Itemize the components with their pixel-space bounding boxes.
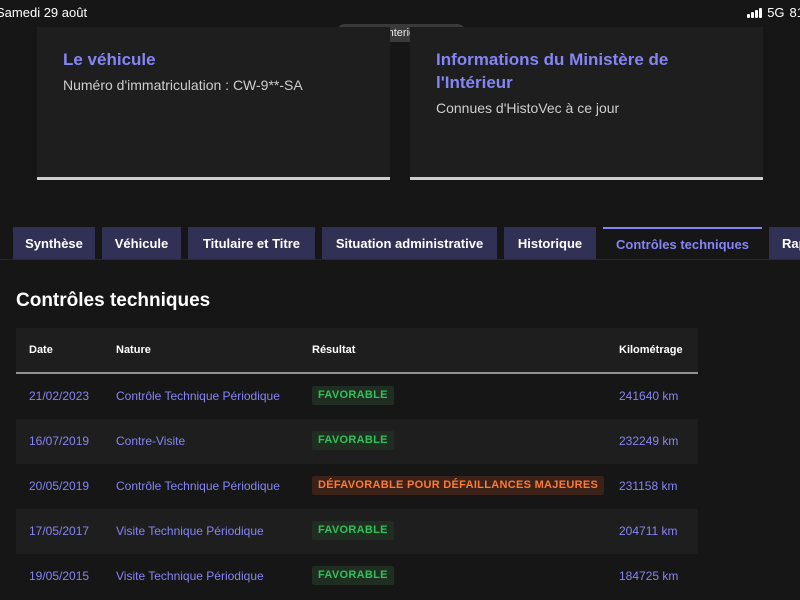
row-nature: Contrôle Technique Périodique xyxy=(116,389,280,403)
row-date: 19/05/2015 xyxy=(29,569,90,583)
column-nature: Nature xyxy=(116,344,151,356)
tab-historique[interactable]: Historique xyxy=(504,227,596,260)
result-badge: FAVORABLE xyxy=(312,386,394,405)
vehicle-card-title: Le véhicule xyxy=(63,50,156,69)
column-date: Date xyxy=(29,344,53,356)
table-row: 20/05/2019 Contrôle Technique Périodique… xyxy=(16,464,698,509)
row-date: 21/02/2023 xyxy=(29,389,90,403)
tab-situation-administrative[interactable]: Situation administrative xyxy=(322,227,497,260)
row-km: 231158 km xyxy=(619,479,678,493)
registration-number: Numéro d'immatriculation : CW-9**-SA xyxy=(63,77,303,93)
row-km: 232249 km xyxy=(619,434,679,448)
result-badge: FAVORABLE xyxy=(312,431,394,450)
result-badge: FAVORABLE xyxy=(312,521,394,540)
network-label: 5G xyxy=(767,5,785,20)
table-row: 21/02/2023 Contrôle Technique Périodique… xyxy=(16,374,698,419)
tab-bar: Synthèse Véhicule Titulaire et Titre Sit… xyxy=(0,227,800,260)
inspections-table: Date Nature Résultat Kilométrage 21/02/2… xyxy=(16,328,698,599)
row-km: 241640 km xyxy=(619,389,679,403)
ministry-card-title: Informations du Ministère de l'Intérieur xyxy=(436,50,669,92)
controles-panel: Contrôles techniques Date Nature Résulta… xyxy=(0,259,800,600)
table-row: 17/05/2017 Visite Technique Périodique F… xyxy=(16,509,698,554)
row-nature: Visite Technique Périodique xyxy=(116,569,264,583)
ministry-card-text: Connues d'HistoVec à ce jour xyxy=(436,100,620,116)
column-result: Résultat xyxy=(312,344,356,356)
row-km: 184725 km xyxy=(619,569,679,583)
tab-controles-techniques[interactable]: Contrôles techniques xyxy=(603,227,762,260)
table-row: 16/07/2019 Contre-Visite FAVORABLE 23224… xyxy=(16,419,698,464)
tab-titulaire[interactable]: Titulaire et Titre xyxy=(188,227,315,260)
row-nature: Visite Technique Périodique xyxy=(116,524,264,538)
status-bar: Samedi 29 août 5G 81 xyxy=(0,0,800,26)
row-date: 17/05/2017 xyxy=(29,524,90,538)
section-title: Contrôles techniques xyxy=(16,290,211,311)
ministry-card: Informations du Ministère de l'Intérieur… xyxy=(410,27,763,180)
status-indicators: 5G 81 xyxy=(747,5,800,20)
status-time: Samedi 29 août xyxy=(0,5,88,20)
column-km: Kilométrage xyxy=(619,344,683,356)
result-badge: DÉFAVORABLE POUR DÉFAILLANCES MAJEURES xyxy=(312,476,605,495)
row-km: 204711 km xyxy=(619,524,678,538)
row-date: 20/05/2019 xyxy=(29,479,90,493)
table-header: Date Nature Résultat Kilométrage xyxy=(16,328,698,374)
row-nature: Contrôle Technique Périodique xyxy=(116,479,280,493)
result-badge: FAVORABLE xyxy=(312,566,394,585)
table-row: 19/05/2015 Visite Technique Périodique F… xyxy=(16,554,698,599)
tab-vehicule[interactable]: Véhicule xyxy=(102,227,181,260)
row-nature: Contre-Visite xyxy=(116,434,186,448)
battery-label: 81 xyxy=(789,5,800,20)
tab-synthese[interactable]: Synthèse xyxy=(13,227,95,260)
signal-icon xyxy=(747,7,763,18)
row-date: 16/07/2019 xyxy=(29,434,90,448)
vehicle-card: Le véhicule Numéro d'immatriculation : C… xyxy=(37,27,390,180)
tab-rapport[interactable]: Rapport xyxy=(769,227,800,260)
